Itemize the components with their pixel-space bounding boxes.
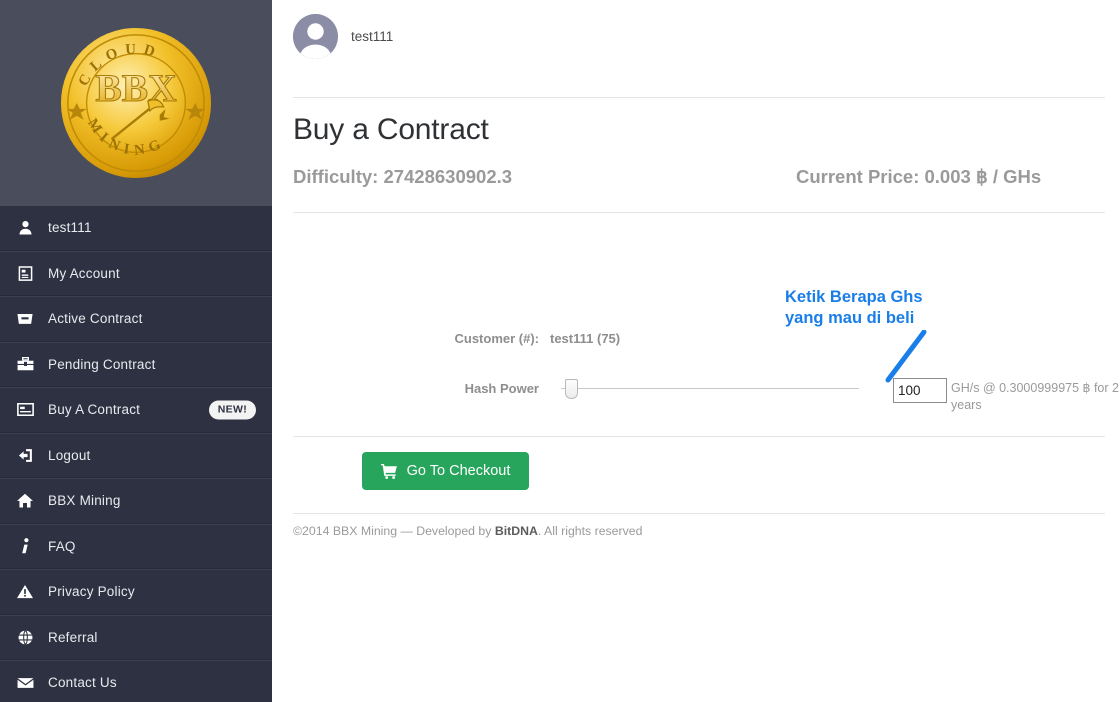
sidebar-item-contact-us[interactable]: Contact Us — [0, 660, 272, 702]
topbar-username: test111 — [351, 29, 394, 44]
hash-power-suffix: GH/s @ 0.3000999975 ฿ for 2 years — [951, 381, 1119, 412]
user-avatar — [293, 14, 338, 59]
sidebar-item-label: Logout — [48, 447, 91, 463]
bbx-cloud-mining-coin-logo: CLOUD MINING BBX — [60, 27, 212, 178]
sidebar-item-buy-a-contract[interactable]: Buy A Contract NEW! — [0, 387, 272, 433]
sidebar-item-referral[interactable]: Referral — [0, 614, 272, 660]
customer-label: Customer (#): — [454, 331, 539, 346]
sidebar-item-label: BBX Mining — [48, 493, 121, 509]
page-root: CLOUD MINING BBX test111 My Account Acti… — [0, 0, 1120, 702]
topbar: test111 — [293, 14, 393, 59]
sidebar-item-label: Buy A Contract — [48, 402, 141, 418]
divider-footer — [293, 513, 1105, 514]
main-content: test111 Buy a Contract Difficulty: 27428… — [272, 0, 1120, 702]
sidebar-item-label: Contact Us — [48, 675, 117, 691]
annotation-text: Ketik Berapa Ghs yang mau di beli — [785, 288, 923, 327]
slider-track[interactable] — [561, 388, 859, 389]
divider-mid — [293, 212, 1105, 213]
info-icon — [12, 536, 38, 556]
sidebar-item-faq[interactable]: FAQ — [0, 523, 272, 569]
sidebar-item-label: FAQ — [48, 538, 76, 554]
hash-power-label: Hash Power — [464, 380, 539, 396]
envelope-icon — [12, 673, 38, 693]
slider-handle[interactable] — [565, 379, 578, 399]
avatar[interactable] — [293, 14, 338, 59]
sidebar-nav: test111 My Account Active Contract Pendi… — [0, 205, 272, 702]
go-to-checkout-label: Go To Checkout — [406, 463, 511, 479]
divider-form-bottom — [293, 436, 1105, 437]
sidebar-item-privacy-policy[interactable]: Privacy Policy — [0, 569, 272, 615]
credit-card-icon — [12, 400, 38, 420]
status-badge-new: NEW! — [208, 400, 256, 420]
hash-power-slider[interactable] — [561, 377, 859, 399]
home-icon — [12, 491, 38, 511]
footer-suffix: . All rights reserved — [537, 524, 643, 538]
footer: ©2014 BBX Mining — Developed by BitDNA. … — [293, 524, 642, 538]
sidebar-item-my-account[interactable]: My Account — [0, 250, 272, 296]
page-title: Buy a Contract — [293, 113, 489, 146]
sidebar-item-label: Active Contract — [48, 311, 143, 327]
sidebar: CLOUD MINING BBX test111 My Account Acti… — [0, 0, 272, 702]
go-to-checkout-button[interactable]: Go To Checkout — [362, 452, 529, 490]
user-icon — [12, 218, 38, 238]
customer-row: Customer (#): test111 (75) — [272, 331, 1120, 346]
briefcase-icon — [12, 309, 38, 329]
hash-power-input[interactable] — [893, 378, 947, 403]
sidebar-item-logout[interactable]: Logout — [0, 432, 272, 478]
logout-icon — [12, 445, 38, 465]
divider-top — [293, 97, 1105, 98]
globe-icon — [12, 627, 38, 647]
customer-value: test111 (75) — [550, 331, 621, 346]
sidebar-item-label: Pending Contract — [48, 356, 156, 372]
sidebar-item-test111[interactable]: test111 — [0, 205, 272, 251]
sidebar-logo-panel: CLOUD MINING BBX — [0, 0, 272, 205]
shopping-cart-icon — [380, 463, 397, 479]
sidebar-item-label: Referral — [48, 629, 98, 645]
current-price-label: Current Price: 0.003 ฿ / GHs — [796, 166, 1042, 187]
difficulty-label: Difficulty: 27428630902.3 — [293, 166, 513, 187]
sidebar-item-bbx-mining[interactable]: BBX Mining — [0, 478, 272, 524]
footer-link-bitdna[interactable]: BitDNA — [495, 524, 538, 538]
account-card-icon — [12, 263, 38, 283]
suitcase-icon — [12, 354, 38, 374]
footer-prefix: ©2014 BBX Mining — Developed by — [293, 524, 495, 538]
sidebar-item-pending-contract[interactable]: Pending Contract — [0, 341, 272, 387]
sidebar-item-label: My Account — [48, 265, 120, 281]
sidebar-item-active-contract[interactable]: Active Contract — [0, 296, 272, 342]
sidebar-item-label: test111 — [48, 220, 92, 236]
sidebar-item-label: Privacy Policy — [48, 584, 135, 600]
warning-triangle-icon — [12, 582, 38, 602]
svg-text:BBX: BBX — [95, 66, 177, 110]
